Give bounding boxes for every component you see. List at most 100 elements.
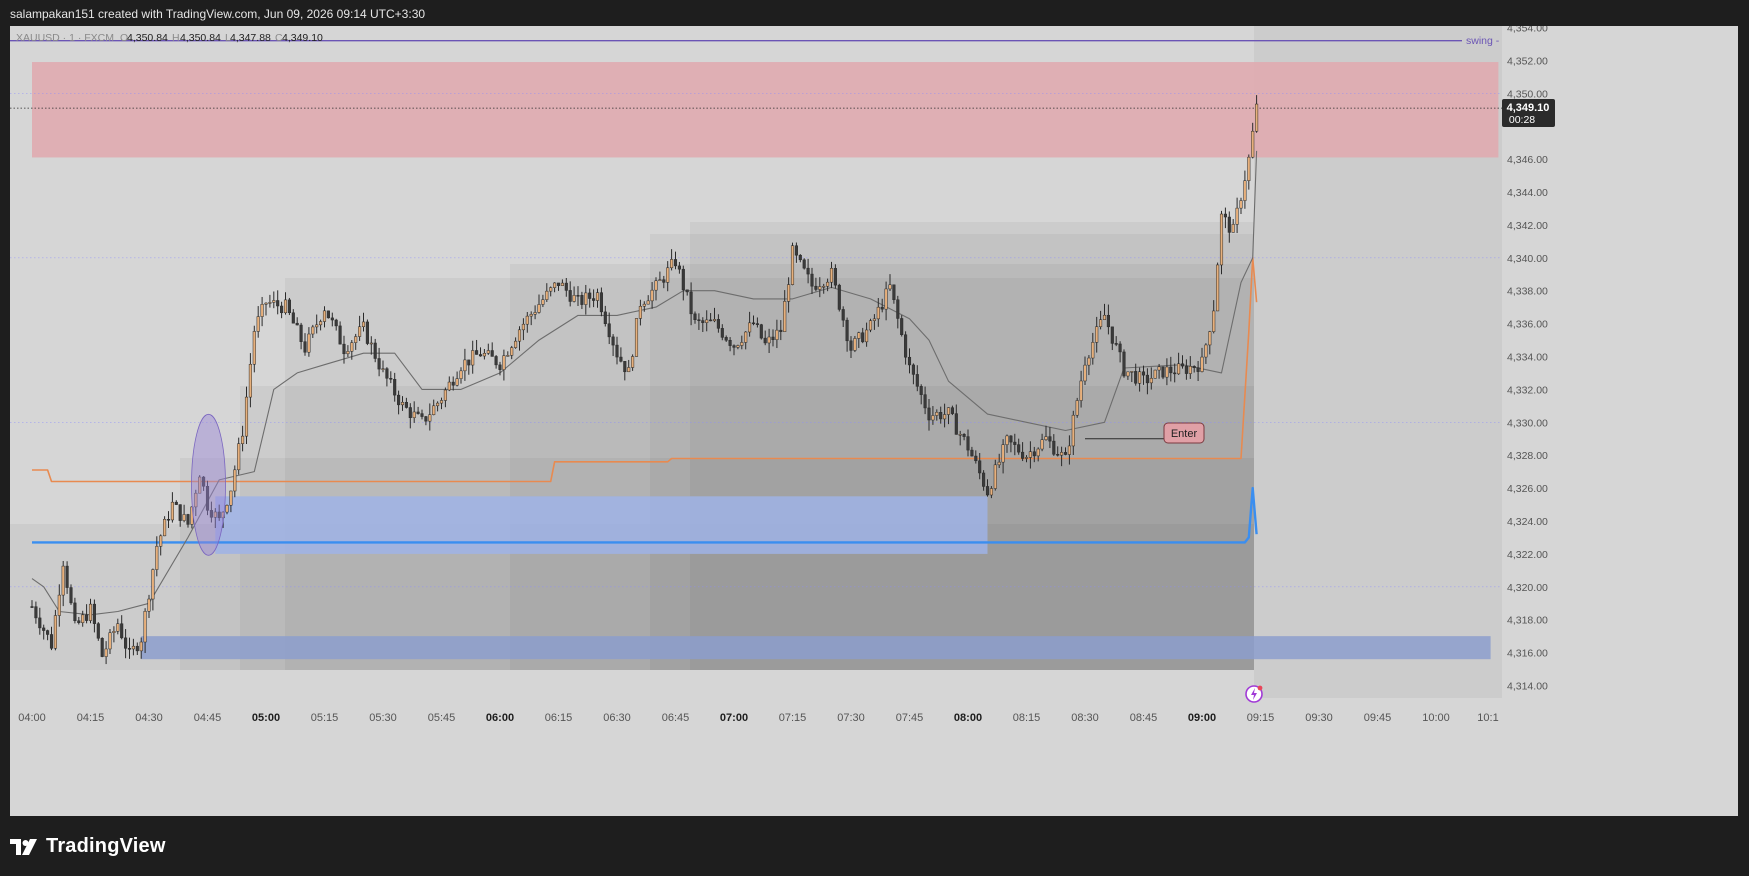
candle bbox=[1219, 213, 1224, 266]
candle bbox=[935, 412, 939, 416]
footer-bar bbox=[0, 820, 1749, 876]
candle bbox=[1102, 314, 1107, 320]
candle bbox=[514, 340, 518, 348]
candle bbox=[166, 518, 171, 521]
candle bbox=[1118, 343, 1122, 353]
candle bbox=[326, 310, 330, 319]
lightning-icon[interactable] bbox=[1245, 685, 1263, 703]
candle bbox=[529, 313, 533, 317]
candle bbox=[467, 359, 471, 366]
candle bbox=[623, 361, 627, 373]
candle bbox=[595, 292, 600, 301]
candle bbox=[385, 368, 389, 379]
candle bbox=[361, 321, 366, 328]
candle bbox=[182, 514, 186, 521]
candle bbox=[705, 319, 709, 323]
candle bbox=[592, 298, 596, 301]
candle bbox=[970, 449, 974, 457]
candle bbox=[541, 299, 545, 305]
chart-panel[interactable]: 4,354.00 4,352.00 4,350.00 4,346.00 4,344.00… bbox=[10, 23, 1738, 816]
candle bbox=[42, 627, 46, 631]
candle bbox=[1208, 331, 1212, 346]
candle bbox=[1235, 207, 1239, 225]
candle bbox=[822, 285, 826, 288]
candle bbox=[287, 299, 291, 314]
candle bbox=[919, 386, 923, 395]
candle bbox=[163, 518, 167, 537]
y-tick-label: 4,336.00 bbox=[1507, 319, 1548, 331]
candle bbox=[603, 311, 607, 324]
candle bbox=[1180, 363, 1185, 367]
candle bbox=[1216, 264, 1220, 312]
candle bbox=[1149, 378, 1153, 384]
candle bbox=[1075, 400, 1079, 416]
highlight-ellipse[interactable] bbox=[191, 413, 226, 556]
candle bbox=[1087, 357, 1091, 366]
candle bbox=[377, 358, 381, 370]
candle bbox=[670, 259, 674, 269]
candle bbox=[139, 641, 143, 652]
brand-logo[interactable]: TradingView bbox=[10, 835, 166, 858]
candle bbox=[1114, 343, 1118, 345]
candle bbox=[365, 321, 369, 344]
y-tick-label: 4,318.00 bbox=[1507, 615, 1548, 627]
y-tick-label: 4,346.00 bbox=[1507, 154, 1548, 166]
x-tick-label: 08:00 bbox=[954, 712, 982, 724]
candle bbox=[1040, 439, 1044, 450]
candle bbox=[650, 289, 654, 302]
candle bbox=[88, 603, 93, 621]
candle bbox=[1126, 371, 1130, 377]
candle bbox=[997, 461, 1001, 466]
candle bbox=[654, 280, 658, 291]
candle bbox=[404, 401, 408, 408]
candle bbox=[319, 321, 323, 326]
candle bbox=[248, 363, 252, 398]
candle bbox=[303, 341, 307, 353]
y-tick-label: 4,338.00 bbox=[1507, 286, 1548, 298]
candle bbox=[143, 611, 147, 643]
candle bbox=[771, 336, 775, 340]
price-chart[interactable]: 4,354.00 4,352.00 4,350.00 4,346.00 4,344.00… bbox=[10, 23, 1738, 816]
candle bbox=[155, 546, 159, 570]
candle bbox=[1153, 369, 1157, 379]
y-tick-label: 4,334.00 bbox=[1507, 352, 1548, 364]
candle bbox=[475, 350, 479, 355]
candle bbox=[73, 602, 77, 621]
price-axis[interactable] bbox=[1502, 26, 1562, 706]
candle bbox=[1060, 452, 1064, 456]
candle bbox=[1013, 441, 1017, 445]
enter-label[interactable]: Enter bbox=[1163, 422, 1205, 444]
candle bbox=[1067, 445, 1071, 455]
zone-supply[interactable] bbox=[32, 62, 1499, 158]
candle bbox=[950, 407, 954, 414]
candle bbox=[1239, 200, 1243, 209]
candle bbox=[120, 623, 124, 639]
candle bbox=[787, 284, 791, 302]
candle bbox=[432, 405, 436, 415]
candle bbox=[923, 394, 927, 409]
candle bbox=[397, 394, 401, 406]
candle bbox=[549, 287, 553, 292]
zone-demand-upper[interactable] bbox=[215, 496, 988, 554]
candle bbox=[311, 326, 315, 335]
candle bbox=[1188, 366, 1192, 374]
ohlc-low-value: 4,347.88 bbox=[230, 32, 271, 44]
candle bbox=[186, 514, 190, 525]
candle bbox=[790, 245, 795, 285]
time-axis[interactable] bbox=[10, 706, 1502, 734]
candle bbox=[619, 356, 623, 362]
candle bbox=[85, 614, 89, 621]
candle bbox=[627, 367, 631, 373]
candle bbox=[740, 342, 744, 346]
candle bbox=[954, 413, 958, 435]
candle bbox=[506, 355, 510, 357]
candle bbox=[30, 606, 34, 608]
x-tick-label: 08:45 bbox=[1130, 712, 1158, 724]
candle bbox=[568, 290, 572, 302]
candle bbox=[720, 328, 724, 338]
zone-demand-lower[interactable] bbox=[141, 636, 1491, 660]
candle bbox=[521, 323, 525, 331]
candle bbox=[732, 345, 736, 348]
candle bbox=[159, 535, 163, 547]
candle bbox=[373, 342, 377, 359]
